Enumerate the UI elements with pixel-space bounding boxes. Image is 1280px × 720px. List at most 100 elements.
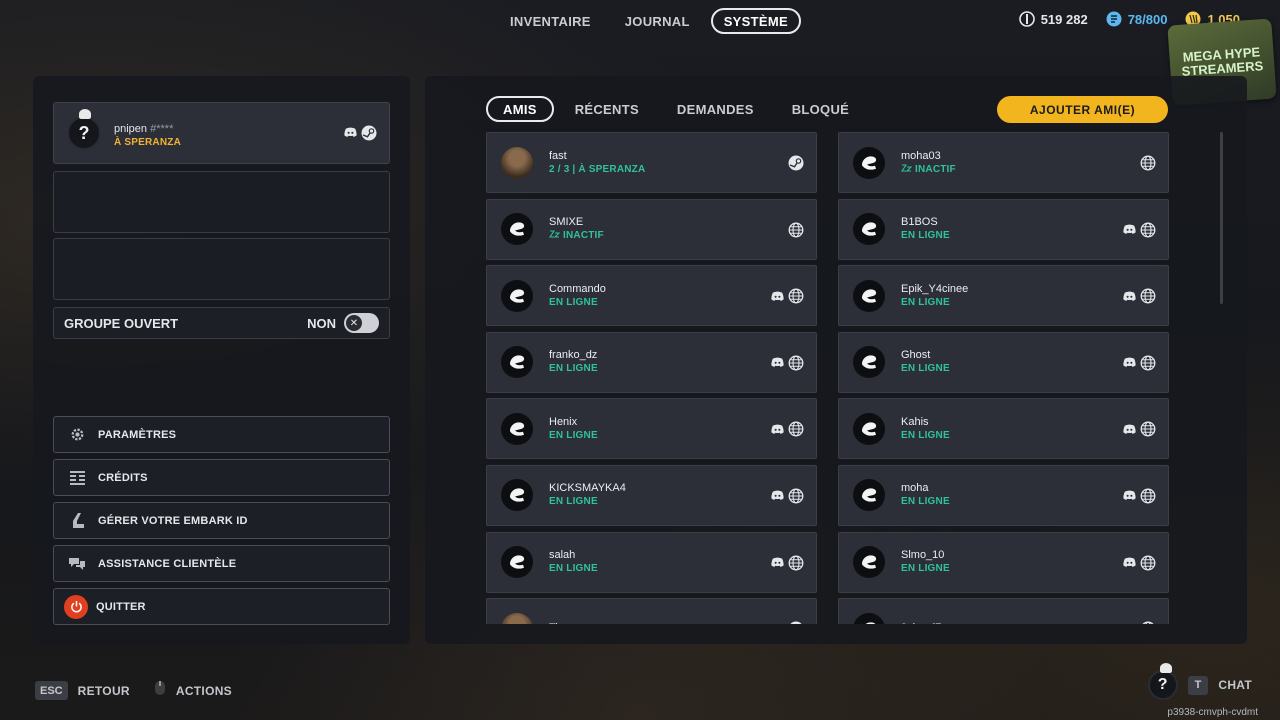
idle-icon [900,163,913,175]
manage-embark-id-button[interactable]: GÉRER VOTRE EMBARK ID [53,502,390,539]
friend-status: EN LIGNE [901,429,950,442]
embark-logo-icon [853,346,885,379]
tab-inventory[interactable]: INVENTAIRE [497,8,604,34]
discord-icon [770,355,785,375]
globe-icon [1140,155,1156,176]
discord-icon [1122,422,1137,442]
friend-info: Commando EN LIGNE [549,283,606,309]
friend-card[interactable]: Ghost EN LIGNE [838,331,1169,393]
currency-credits: 519 282 [1018,11,1088,27]
steam-icon [788,155,804,176]
friend-name: salah [549,549,576,562]
friend-name: moha [901,482,929,495]
friends-scrollbar[interactable] [1220,132,1223,304]
friend-status: EN LIGNE [549,296,606,309]
friend-status: EN LIGNE [901,495,950,508]
embark-id-icon [68,512,86,530]
embark-logo-icon [853,412,885,445]
gear-icon [68,426,86,444]
tab-friends[interactable]: AMIS [486,96,554,122]
friend-status-text: EN LIGNE [549,363,598,375]
friend-platforms [1122,421,1156,442]
party-member-name: pnipen #**** [114,123,181,136]
party-slot-2[interactable] [53,171,390,233]
globe-icon [1140,355,1156,376]
friend-status: EN LIGNE [549,429,598,442]
globe-icon [1140,288,1156,309]
chat-key[interactable]: T [1187,675,1209,695]
friends-grid: fast 2 / 3 | À SPERANZA moha03 INACTIF SMIXE… [486,132,1172,624]
embark-logo-icon [853,279,885,312]
friend-card[interactable]: moha EN LIGNE [838,464,1169,526]
quit-button[interactable]: QUITTER [53,588,390,625]
chat-hint: ? T CHAT [1147,663,1252,700]
settings-label: PARAMÈTRES [98,428,177,441]
friend-card[interactable]: B1BOS EN LIGNE [838,198,1169,260]
credits-list-icon [68,469,86,487]
friend-status: EN LIGNE [901,362,950,375]
friend-status-text: EN LIGNE [549,563,598,575]
credits-button[interactable]: CRÉDITS [53,459,390,496]
chat-label[interactable]: CHAT [1218,678,1252,692]
power-icon [64,594,88,619]
discord-icon [770,289,785,309]
friend-card[interactable]: fast 2 / 3 | À SPERANZA [486,132,817,193]
friend-platforms [1122,488,1156,509]
manage-embark-id-label: GÉRER VOTRE EMBARK ID [98,514,248,527]
friend-card[interactable]: moha03 INACTIF [838,132,1169,193]
friend-platforms [1122,355,1156,376]
settings-button[interactable]: PARAMÈTRES [53,416,390,453]
friend-info: salah EN LIGNE [549,549,598,575]
friend-card[interactable]: Epik_Y4cinee EN LIGNE [838,265,1169,327]
open-group-toggle[interactable]: ✕ [344,313,379,333]
friends-panel: AMIS RÉCENTS DEMANDES BLOQUÉ AJOUTER AMI… [425,76,1247,644]
friend-info: Epik_Y4cinee EN LIGNE [901,283,968,309]
friend-platforms [770,488,804,509]
customer-support-button[interactable]: ASSISTANCE CLIENTÈLE [53,545,390,582]
friend-card[interactable]: KICKSMAYKA4 EN LIGNE [486,464,817,526]
open-group-value: NON [307,315,336,331]
friend-status: EN LIGNE [901,229,950,242]
quit-label: QUITTER [96,600,146,613]
globe-icon [1140,421,1156,442]
discord-icon [1122,555,1137,575]
tab-requests[interactable]: DEMANDES [660,96,771,122]
tab-journal[interactable]: JOURNAL [612,8,703,34]
friend-platforms [788,621,804,624]
friend-info: fast 2 / 3 | À SPERANZA [549,150,645,176]
friend-name: moha03 [901,149,941,162]
friend-card[interactable]: SMIXE INACTIF [486,198,817,260]
embark-logo-icon [501,213,533,246]
friend-platforms [1122,222,1156,243]
friend-name: Timmy [549,622,582,624]
friend-name: Epik_Y4cinee [901,282,969,295]
tab-recent[interactable]: RÉCENTS [558,96,656,122]
globe-icon [788,555,804,576]
friend-card[interactable]: 9chawi7 [838,598,1169,624]
friend-card[interactable]: Commando EN LIGNE [486,265,817,327]
friend-status-text: EN LIGNE [549,429,598,441]
open-group-label: GROUPE OUVERT [64,315,179,331]
friend-card[interactable]: Slmo_10 EN LIGNE [838,531,1169,593]
discord-icon [1122,355,1137,375]
friend-card[interactable]: Kahis EN LIGNE [838,398,1169,460]
globe-icon [1140,555,1156,576]
friend-status-text: INACTIF [563,230,604,242]
friend-card[interactable]: Timmy [486,598,817,624]
party-slot-1[interactable]: ? pnipen #**** À SPERANZA [53,102,390,164]
friend-avatar [501,612,533,624]
embark-logo-icon [501,479,533,512]
close-icon: ✕ [346,315,362,331]
back-label[interactable]: RETOUR [78,684,130,698]
esc-key[interactable]: ESC [35,681,68,700]
friend-card[interactable]: franko_dz EN LIGNE [486,331,817,393]
add-friend-button[interactable]: AJOUTER AMI(E) [997,96,1168,123]
tab-system[interactable]: SYSTÈME [710,8,801,34]
actions-label[interactable]: ACTIONS [176,684,232,698]
friend-card[interactable]: Henix EN LIGNE [486,398,817,460]
friend-status-text: EN LIGNE [901,563,950,575]
tab-blocked[interactable]: BLOQUÉ [775,96,866,122]
friend-card[interactable]: salah EN LIGNE [486,531,817,593]
discord-icon [343,125,358,146]
party-slot-3[interactable] [53,238,390,300]
